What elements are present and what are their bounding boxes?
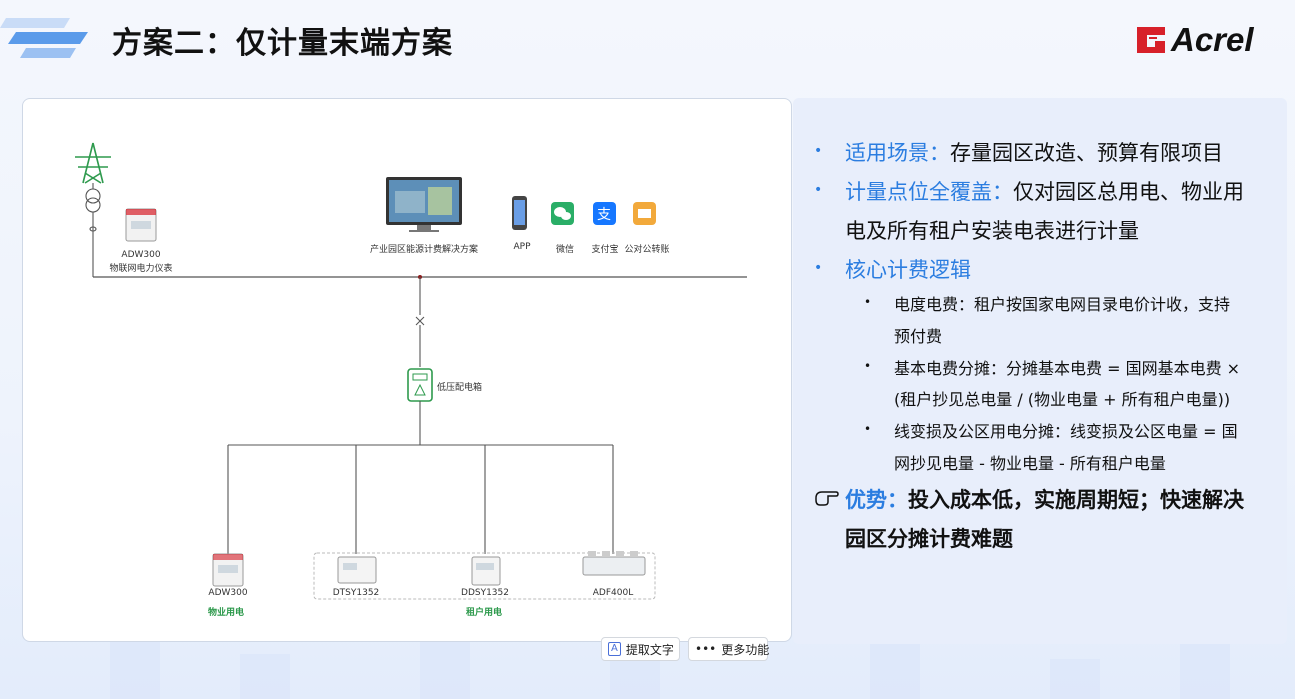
more-dots-icon: ••• bbox=[695, 642, 717, 656]
power-tower-icon bbox=[75, 142, 111, 184]
advantage-text-2: 园区分摊计费难题 bbox=[845, 527, 1013, 551]
sub2-line2: (租户抄见总电量 / (物业电量 + 所有租户电量)) bbox=[894, 390, 1231, 409]
sub1-line2: 预付费 bbox=[894, 327, 943, 346]
bullet-icon: • bbox=[814, 182, 823, 198]
platform-label: 产业园区能源计费解决方案 bbox=[369, 245, 479, 255]
sub1-line1: 电度电费：租户按国家电网目录电价计收，支持 bbox=[894, 295, 1231, 314]
sub-bullet-icon: • bbox=[864, 295, 872, 309]
distribution-box-icon bbox=[407, 368, 433, 402]
transformer-icon bbox=[85, 183, 101, 277]
brand-logo: Acrel bbox=[1135, 21, 1254, 58]
group-tenant-label: 租户用电 bbox=[465, 608, 503, 618]
meter-adw300-top-icon bbox=[125, 208, 157, 242]
coverage-text-1: 仅对园区总用电、物业用 bbox=[1013, 180, 1244, 204]
bullet-icon: • bbox=[814, 143, 823, 159]
channel-transfer: 公对公转账 bbox=[624, 245, 670, 255]
meter-ddsy1352-icon bbox=[471, 556, 501, 586]
scene-line: 适用场景：存量园区改造、预算有限项目 bbox=[845, 137, 1223, 167]
channel-wechat: 微信 bbox=[555, 245, 575, 255]
brand-name: Acrel bbox=[1171, 21, 1254, 58]
group-property-label: 物业用电 bbox=[207, 608, 245, 618]
extract-text-label: 提取文字 bbox=[625, 642, 674, 657]
sub3-line2: 网抄见电量 - 物业电量 - 所有租户电量 bbox=[894, 454, 1166, 473]
meter-adw300-label: ADW300 bbox=[208, 588, 248, 598]
logic-label: 核心计费逻辑 bbox=[845, 258, 971, 282]
scene-label: 适用场景： bbox=[845, 141, 950, 165]
channel-alipay: 支付宝 bbox=[591, 245, 619, 255]
meter-adf400l-icon bbox=[582, 551, 646, 576]
wiring-diagram: 支 bbox=[75, 142, 747, 600]
phone-app-icon bbox=[512, 196, 527, 230]
pointing-hand-icon bbox=[815, 491, 839, 506]
sub3-line1: 线变损及公区用电分摊：线变损及公区电量 = 国 bbox=[894, 422, 1238, 441]
coverage-label: 计量点位全覆盖： bbox=[845, 180, 1013, 204]
advantage-label: 优势： bbox=[845, 488, 908, 512]
scene-text: 存量园区改造、预算有限项目 bbox=[950, 141, 1223, 165]
advantage-line: 优势：投入成本低，实施周期短；快速解决 bbox=[845, 484, 1244, 514]
system-diagram: 支 ADW300 物联网电力仪表 产业园区能源计费解决方案 APP 微信 支付宝… bbox=[22, 98, 792, 642]
text-extract-icon: A bbox=[608, 642, 621, 656]
alipay-icon: 支 bbox=[593, 202, 616, 225]
bank-transfer-icon bbox=[633, 202, 656, 225]
bullet-icon: • bbox=[814, 260, 823, 276]
advantage-text-1: 投入成本低，实施周期短；快速解决 bbox=[908, 488, 1244, 512]
acrel-logo-icon bbox=[1137, 27, 1165, 53]
meter-dtsy1352-icon bbox=[337, 556, 377, 584]
header-stripes-icon bbox=[0, 18, 88, 58]
coverage-text-2: 电及所有租户安装电表进行计量 bbox=[845, 219, 1139, 243]
top-meter-desc: 物联网电力仪表 bbox=[109, 264, 173, 274]
distribution-box-label: 低压配电箱 bbox=[437, 383, 483, 393]
sub-bullet-icon: • bbox=[864, 359, 872, 373]
more-functions-button[interactable]: ••• 更多功能 bbox=[688, 637, 770, 661]
coverage-line: 计量点位全覆盖：仅对园区总用电、物业用 bbox=[845, 176, 1244, 206]
meter-adw300-icon bbox=[212, 553, 244, 587]
extract-text-button[interactable]: A 提取文字 bbox=[601, 637, 680, 661]
top-meter-model: ADW300 bbox=[121, 250, 161, 260]
more-functions-label: 更多功能 bbox=[721, 642, 770, 657]
sub2-line1: 基本电费分摊：分摊基本电费 = 国网基本电费 × bbox=[894, 359, 1241, 378]
sub-bullet-icon: • bbox=[864, 422, 872, 436]
channel-app: APP bbox=[513, 242, 531, 252]
meter-ddsy1352-label: DDSY1352 bbox=[461, 588, 509, 598]
meter-dtsy1352-label: DTSY1352 bbox=[332, 588, 380, 598]
svg-text:支: 支 bbox=[597, 207, 611, 223]
page-title: 方案二：仅计量末端方案 bbox=[112, 26, 453, 61]
wechat-icon bbox=[551, 202, 574, 225]
monitor-icon bbox=[386, 177, 462, 232]
meter-adf400l-label: ADF400L bbox=[592, 588, 634, 598]
